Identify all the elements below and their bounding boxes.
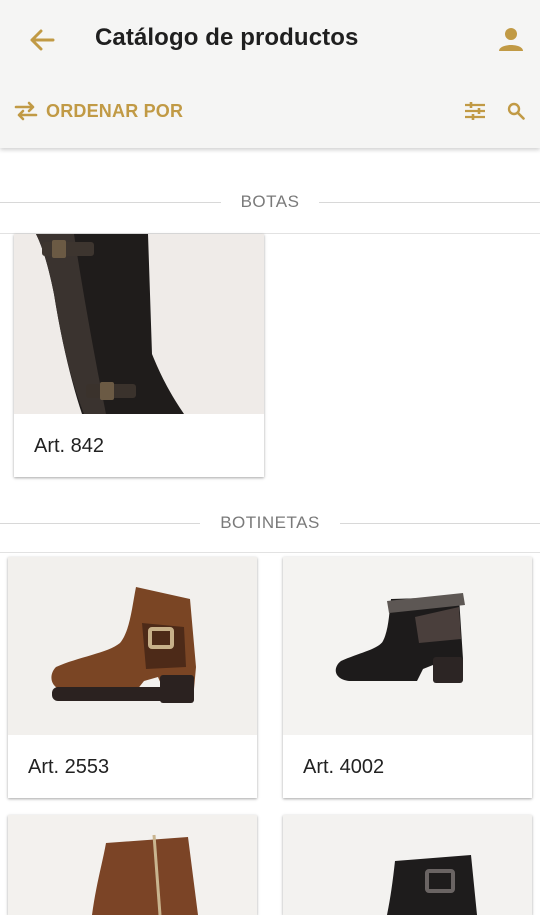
product-card[interactable]: Art. 842 bbox=[14, 234, 264, 477]
black-buckle-ankle-boot-photo bbox=[283, 815, 532, 915]
swap-arrows-icon bbox=[14, 101, 38, 121]
account-button[interactable] bbox=[492, 20, 530, 58]
black-studded-ankle-boot-photo bbox=[283, 557, 532, 735]
divider-line bbox=[339, 522, 540, 524]
product-card[interactable]: Art. 4002 bbox=[283, 557, 532, 798]
search-button[interactable] bbox=[502, 96, 530, 126]
sort-button[interactable]: ORDENAR POR bbox=[14, 96, 183, 126]
app-bar: Catálogo de productos ORDENAR POR bbox=[0, 0, 540, 148]
divider-line bbox=[0, 522, 201, 524]
tune-icon bbox=[465, 102, 485, 120]
brown-zip-ankle-boot-photo bbox=[8, 815, 257, 915]
product-card[interactable] bbox=[8, 815, 257, 915]
search-icon bbox=[507, 102, 525, 120]
product-card[interactable]: Art. 2553 bbox=[8, 557, 257, 798]
divider-line bbox=[0, 201, 221, 203]
divider-line bbox=[319, 201, 540, 203]
tall-black-boot-photo bbox=[14, 234, 264, 414]
section-label: BOTAS bbox=[240, 192, 300, 211]
back-button[interactable] bbox=[22, 22, 62, 58]
product-label: Art. 4002 bbox=[303, 756, 385, 778]
arrow-back-icon bbox=[30, 29, 55, 51]
product-card[interactable] bbox=[283, 815, 532, 915]
section-label: BOTINETAS bbox=[220, 513, 320, 532]
product-label: Art. 842 bbox=[34, 435, 105, 457]
section-header-botas: BOTAS bbox=[0, 190, 540, 214]
sort-label: ORDENAR POR bbox=[46, 100, 184, 121]
page-title: Catálogo de productos bbox=[95, 24, 359, 51]
account-icon bbox=[499, 28, 523, 51]
brown-buckle-ankle-boot-photo bbox=[8, 557, 257, 735]
filter-button[interactable] bbox=[460, 96, 490, 126]
product-label: Art. 2553 bbox=[28, 756, 110, 778]
section-header-botinetas: BOTINETAS bbox=[0, 511, 540, 535]
divider bbox=[0, 552, 540, 553]
